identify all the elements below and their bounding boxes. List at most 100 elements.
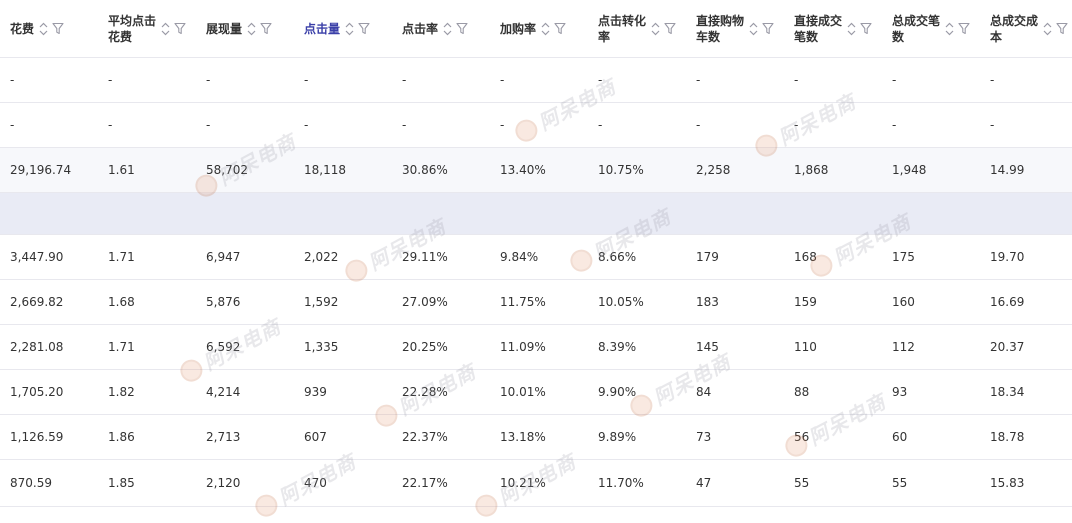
table-row[interactable]: 29,196.74 1.61 58,702 18,118 30.86% 13.40% 10.… — [0, 148, 1072, 193]
sort-icon[interactable] — [650, 22, 661, 36]
column-header-ctr[interactable]: 点击率 — [392, 0, 490, 57]
filter-icon[interactable] — [762, 22, 774, 35]
table-row[interactable]: ----------- — [0, 103, 1072, 148]
cell-value: 160 — [892, 295, 915, 309]
table-cell-clicks: 2,022 — [294, 235, 392, 279]
table-cell-ctr: 20.25% — [392, 325, 490, 369]
filter-icon[interactable] — [664, 22, 676, 35]
table-cell-ctr: 30.86% — [392, 148, 490, 192]
sort-icon[interactable] — [344, 22, 355, 36]
filter-icon[interactable] — [358, 22, 370, 35]
cell-value: - — [304, 118, 309, 132]
table-row[interactable]: 3,447.90 1.71 6,947 2,022 29.11% 9.84% 8.66% 17… — [0, 235, 1072, 280]
table-cell-direct_orders: 56 — [784, 415, 882, 459]
sort-icon[interactable] — [540, 22, 551, 36]
table-cell-direct_orders: 1,868 — [784, 148, 882, 192]
column-header-actions — [846, 22, 872, 36]
cell-value: - — [10, 118, 15, 132]
sort-icon[interactable] — [442, 22, 453, 36]
sort-icon[interactable] — [1042, 22, 1053, 36]
cell-value: 607 — [304, 430, 327, 444]
table-cell-ctr: 22.17% — [392, 460, 490, 506]
table-cell-cpc: 1.85 — [98, 460, 196, 506]
table-cell-direct_cart: 47 — [686, 460, 784, 506]
cell-value: 55 — [892, 476, 908, 490]
table-row[interactable]: 870.59 1.85 2,120 470 22.17% 10.21% 11.70% 47 55… — [0, 460, 1072, 507]
column-header-cvr[interactable]: 点击转化率 — [588, 0, 686, 57]
filter-icon[interactable] — [456, 22, 468, 35]
column-header-label: 直接购物 车数 — [696, 13, 744, 45]
table-cell-direct_cart: 84 — [686, 370, 784, 414]
table-cell-clicks: - — [294, 103, 392, 147]
column-header-direct_cart[interactable]: 直接购物 车数 — [686, 0, 784, 57]
filter-icon[interactable] — [1056, 22, 1068, 35]
table-row[interactable]: ----------- — [0, 58, 1072, 103]
table-cell-add_cart_rate: 10.01% — [490, 370, 588, 414]
filter-icon[interactable] — [52, 22, 64, 35]
cell-value: 8.66% — [598, 250, 637, 264]
filter-icon[interactable] — [260, 22, 272, 35]
table-row[interactable]: 2,669.82 1.68 5,876 1,592 27.09% 11.75% 10.05%… — [0, 280, 1072, 325]
cell-value: 168 — [794, 250, 817, 264]
column-header-add_cart_rate[interactable]: 加购率 — [490, 0, 588, 57]
column-header-spend[interactable]: 花费 — [0, 0, 98, 57]
cell-value: 112 — [892, 340, 915, 354]
column-header-total_cost[interactable]: 总成交成本 — [980, 0, 1072, 57]
cell-value: - — [598, 73, 603, 87]
column-header-label-line1: 花费 — [10, 21, 35, 36]
cell-value: 55 — [794, 476, 810, 490]
table-row[interactable]: 1,126.59 1.86 2,713 607 22.37% 13.18% 9.89% 73 5… — [0, 415, 1072, 460]
filter-icon[interactable] — [958, 22, 970, 35]
cell-value: 9.84% — [500, 250, 539, 264]
column-header-clicks[interactable]: 点击量 — [294, 0, 392, 57]
sort-icon[interactable] — [846, 22, 857, 36]
filter-icon[interactable] — [860, 22, 872, 35]
filter-icon[interactable] — [554, 22, 566, 35]
table-cell-ctr — [392, 193, 490, 234]
table-cell-ctr: 22.28% — [392, 370, 490, 414]
cell-value: 1,705.20 — [10, 385, 64, 399]
cell-value: - — [892, 118, 897, 132]
table-cell-total_cost — [980, 193, 1072, 234]
cell-value: 1.86 — [108, 430, 135, 444]
column-header-total_orders[interactable]: 总成交笔数 — [882, 0, 980, 57]
table-cell-spend: 870.59 — [0, 460, 98, 506]
table-cell-cpc: 1.71 — [98, 325, 196, 369]
sort-icon[interactable] — [38, 22, 49, 36]
table-cell-ctr: - — [392, 58, 490, 102]
column-header-direct_orders[interactable]: 直接成交 笔数 — [784, 0, 882, 57]
sort-icon[interactable] — [944, 22, 955, 36]
cell-value: 11.70% — [598, 476, 644, 490]
table-row[interactable]: 1,705.20 1.82 4,214 939 22.28% 10.01% 9.90% 84 8… — [0, 370, 1072, 415]
cell-value: 16.69 — [990, 295, 1025, 309]
cell-value: 1.68 — [108, 295, 135, 309]
table-cell-cvr: 10.05% — [588, 280, 686, 324]
sort-icon[interactable] — [246, 22, 257, 36]
group-row[interactable] — [0, 193, 1072, 235]
filter-icon[interactable] — [174, 22, 186, 35]
cell-value: - — [696, 118, 701, 132]
column-header-actions — [944, 22, 970, 36]
sort-icon[interactable] — [748, 22, 759, 36]
cell-value: - — [990, 73, 995, 87]
column-header-impressions[interactable]: 展现量 — [196, 0, 294, 57]
cell-value: 19.70 — [990, 250, 1025, 264]
cell-value: 60 — [892, 430, 908, 444]
cell-value: 27.09% — [402, 295, 448, 309]
cell-value: 30.86% — [402, 163, 448, 177]
column-header-actions — [344, 22, 370, 36]
cell-value: 145 — [696, 340, 719, 354]
column-header-label-line2: 花费 — [108, 29, 133, 44]
table-cell-cpc: 1.82 — [98, 370, 196, 414]
column-header-label-line1: 总成交成 — [990, 13, 1039, 28]
table-cell-add_cart_rate: 11.75% — [490, 280, 588, 324]
table-cell-ctr: 22.37% — [392, 415, 490, 459]
table-cell-ctr: - — [392, 103, 490, 147]
cell-value: 11.09% — [500, 340, 546, 354]
cell-value: - — [402, 118, 407, 132]
cell-value: 56 — [794, 430, 810, 444]
sort-icon[interactable] — [160, 22, 171, 36]
table-row[interactable]: 2,281.08 1.71 6,592 1,335 20.25% 11.09% 8.39% 1… — [0, 325, 1072, 370]
table-cell-cpc: 1.61 — [98, 148, 196, 192]
column-header-cpc[interactable]: 平均点击 花费 — [98, 0, 196, 57]
